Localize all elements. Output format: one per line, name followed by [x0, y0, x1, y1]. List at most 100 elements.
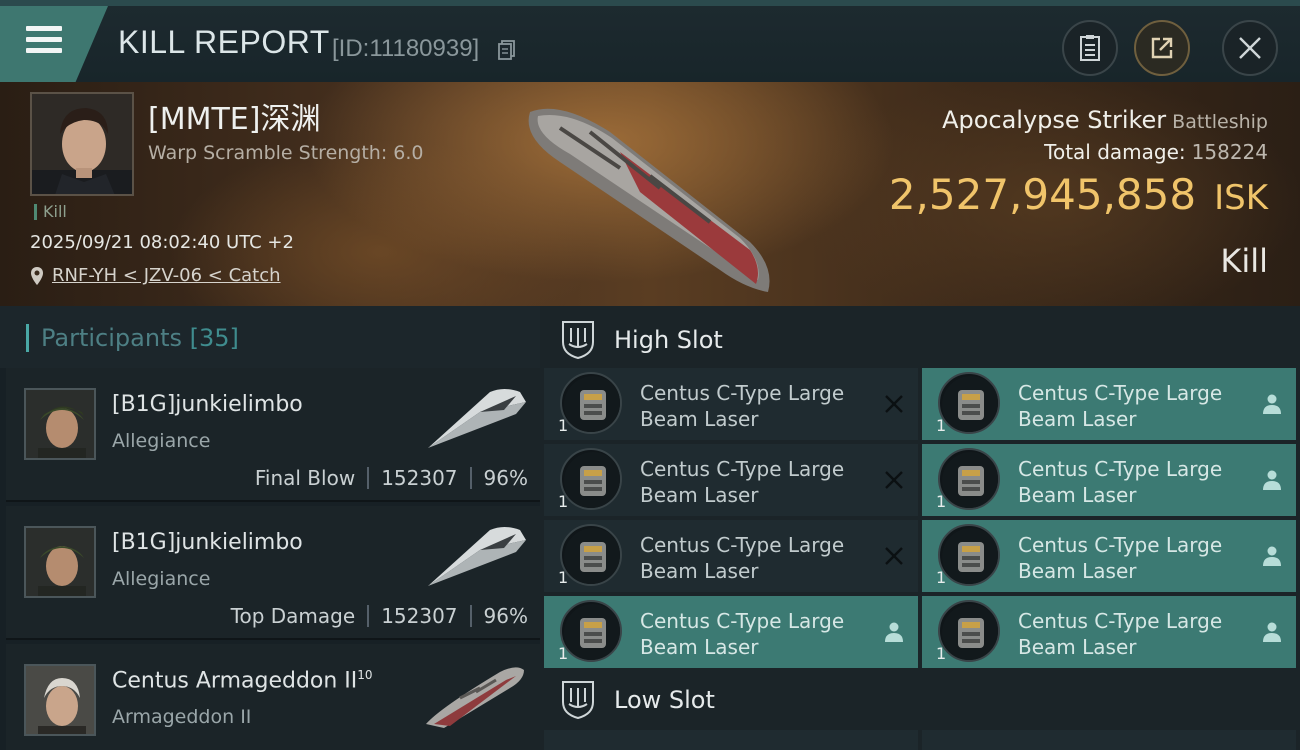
x-icon	[885, 471, 903, 489]
location-link[interactable]: RNF-YH < JZV-06 < Catch	[52, 265, 281, 286]
participants-title[interactable]: Participants [35]	[26, 324, 239, 352]
kill-result: Kill	[1220, 242, 1268, 280]
participants-header: Participants [35]	[0, 306, 540, 368]
avatar	[32, 94, 132, 194]
module-tile[interactable]: 1 Centus C-Type Large Beam Laser	[544, 596, 918, 668]
total-damage: Total damage: 158224	[1044, 140, 1268, 164]
ship-class: Battleship	[1172, 111, 1268, 133]
participant-ship-image	[428, 389, 526, 448]
participant-portrait[interactable]	[24, 526, 96, 598]
kill-type-tag: Kill	[34, 204, 67, 220]
participant-role: Top Damage	[230, 604, 356, 628]
module-tile[interactable]: 1 Centus C-Type Large Beam Laser	[922, 520, 1296, 592]
participant-ship: Allegiance	[112, 430, 211, 452]
low-slot-label: Low Slot	[614, 686, 715, 714]
module-name: Centus C-Type Large Beam Laser	[640, 533, 845, 583]
victim-name[interactable]: [MMTE]深渊	[148, 94, 320, 138]
low-slot-module[interactable]	[922, 730, 1296, 750]
participant-damage: 152307	[381, 466, 458, 490]
module-tile[interactable]: 1 Centus C-Type Large Beam Laser	[544, 444, 918, 516]
module-tile[interactable]: 1 Centus C-Type Large Beam Laser	[922, 596, 1296, 668]
hamburger-menu-icon[interactable]	[26, 26, 62, 56]
module-quantity: 1	[936, 644, 947, 663]
person-icon	[1263, 470, 1281, 490]
participant-portrait[interactable]	[24, 388, 96, 460]
participant-card[interactable]: Centus Armageddon II10 Armageddon II	[6, 644, 540, 750]
kill-location[interactable]: RNF-YH < JZV-06 < Catch	[30, 265, 281, 286]
fitting-panel: High Slot 1 Centus C-Type Large Beam Lase…	[540, 306, 1300, 750]
module-quantity: 1	[558, 492, 569, 511]
module-name: Centus C-Type Large Beam Laser	[640, 381, 845, 431]
export-button[interactable]	[1134, 20, 1190, 76]
participant-name-sup: 10	[357, 668, 373, 682]
divider	[367, 467, 370, 489]
module-tile[interactable]: 1 Centus C-Type Large Beam Laser	[922, 368, 1296, 440]
participants-panel: Participants [35] [B1G]junkielimbo Alleg…	[0, 306, 540, 750]
module-name: Centus C-Type Large Beam Laser	[1018, 457, 1223, 507]
beam-laser-icon	[560, 372, 622, 434]
participant-ship: Armageddon II	[112, 706, 252, 728]
person-icon	[885, 622, 903, 642]
participant-name[interactable]: [B1G]junkielimbo	[112, 392, 303, 417]
high-slot-label: High Slot	[614, 326, 723, 354]
location-pin-icon	[31, 266, 43, 285]
module-name: Centus C-Type Large Beam Laser	[640, 609, 845, 659]
page-title: KILL REPORT	[118, 24, 330, 60]
ship-name[interactable]: Apocalypse Striker	[942, 106, 1166, 134]
low-slot-module[interactable]	[544, 730, 918, 750]
module-tile[interactable]: 1 Centus C-Type Large Beam Laser	[922, 444, 1296, 516]
high-slot-header: High Slot	[540, 310, 1300, 370]
clipboard-icon	[1080, 35, 1100, 61]
x-icon	[885, 547, 903, 565]
menu-button[interactable]	[0, 6, 108, 82]
kill-banner: [MMTE]深渊 Warp Scramble Strength: 6.0 Kil…	[0, 82, 1300, 306]
participant-name[interactable]: Centus Armageddon II10	[112, 668, 373, 693]
total-damage-label: Total damage:	[1044, 140, 1186, 164]
participant-stats: Final Blow 152307 96%	[255, 466, 528, 490]
isk-unit: ISK	[1214, 178, 1268, 218]
participant-card[interactable]: [B1G]junkielimbo Allegiance Top Damage 1…	[6, 506, 540, 640]
participant-stats: Top Damage 152307 96%	[231, 604, 528, 628]
avatar	[26, 390, 94, 458]
beam-laser-icon	[938, 600, 1000, 662]
participant-card[interactable]: [B1G]junkielimbo Allegiance Final Blow 1…	[6, 368, 540, 502]
participant-portrait[interactable]	[24, 664, 96, 736]
clipboard-button[interactable]	[1062, 20, 1118, 76]
participant-name[interactable]: [B1G]junkielimbo	[112, 530, 303, 555]
victim-ship-image	[528, 108, 770, 293]
participant-ship: Allegiance	[112, 568, 211, 590]
participant-ship-image	[426, 667, 524, 728]
beam-laser-icon	[938, 448, 1000, 510]
victim-ship: Apocalypse Striker Battleship	[942, 106, 1268, 134]
isk-value: 2,527,945,858 ISK	[889, 170, 1268, 219]
slot-badge-icon	[562, 681, 594, 720]
copy-icon[interactable]	[498, 40, 516, 60]
module-quantity: 1	[936, 416, 947, 435]
avatar	[26, 666, 94, 734]
module-tile[interactable]: 1 Centus C-Type Large Beam Laser	[544, 520, 918, 592]
divider	[367, 605, 370, 627]
person-icon	[1263, 394, 1281, 414]
participants-count: [35]	[189, 324, 239, 352]
person-icon	[1263, 622, 1281, 642]
participant-role: Final Blow	[254, 466, 356, 490]
divider	[469, 467, 472, 489]
beam-laser-icon	[560, 600, 622, 662]
module-quantity: 1	[936, 568, 947, 587]
victim-portrait[interactable]	[30, 92, 134, 196]
slot-badge-icon	[562, 321, 594, 360]
participants-label: Participants	[41, 324, 182, 352]
divider	[469, 605, 472, 627]
module-quantity: 1	[558, 568, 569, 587]
warp-scramble-strength: Warp Scramble Strength: 6.0	[148, 142, 424, 164]
module-tile[interactable]: 1 Centus C-Type Large Beam Laser	[544, 368, 918, 440]
report-id: [ID:11180939]	[332, 35, 480, 62]
isk-amount: 2,527,945,858	[888, 170, 1197, 219]
module-quantity: 1	[558, 644, 569, 663]
participant-ship-image	[428, 527, 526, 586]
low-slot-header: Low Slot	[540, 670, 1300, 730]
participant-percent: 96%	[483, 604, 528, 628]
close-button[interactable]	[1222, 20, 1278, 76]
person-icon	[1263, 546, 1281, 566]
beam-laser-icon	[938, 524, 1000, 586]
